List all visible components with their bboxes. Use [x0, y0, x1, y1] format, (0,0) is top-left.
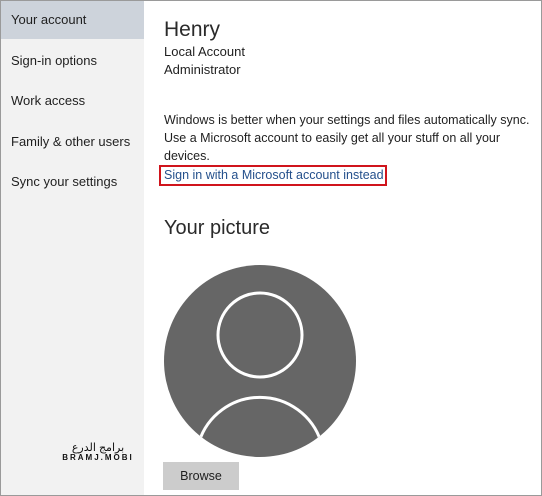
- picture-heading: Your picture: [164, 217, 270, 239]
- sidebar-item-your-account[interactable]: Your account: [1, 1, 144, 39]
- signin-microsoft-link[interactable]: Sign in with a Microsoft account instead: [159, 165, 387, 186]
- sidebar-item-sync-settings[interactable]: Sync your settings: [1, 163, 144, 201]
- account-role: Administrator: [164, 62, 241, 77]
- browse-button[interactable]: Browse: [163, 462, 239, 490]
- watermark-latin: BRAMJ.MOBI: [62, 453, 134, 463]
- sidebar-item-work-access[interactable]: Work access: [1, 82, 144, 120]
- user-silhouette-icon: [163, 264, 357, 458]
- account-type: Local Account: [164, 44, 245, 59]
- sidebar-item-family-other-users[interactable]: Family & other users: [1, 123, 144, 161]
- settings-window: Your account Sign-in options Work access…: [0, 0, 542, 496]
- watermark: برامج الدرع BRAMJ.MOBI: [53, 442, 143, 463]
- main-content: Henry Local Account Administrator Window…: [144, 1, 541, 495]
- sync-message: Windows is better when your settings and…: [164, 113, 530, 163]
- sidebar: Your account Sign-in options Work access…: [1, 1, 144, 495]
- user-name: Henry: [164, 18, 221, 41]
- sidebar-item-sign-in-options[interactable]: Sign-in options: [1, 42, 144, 80]
